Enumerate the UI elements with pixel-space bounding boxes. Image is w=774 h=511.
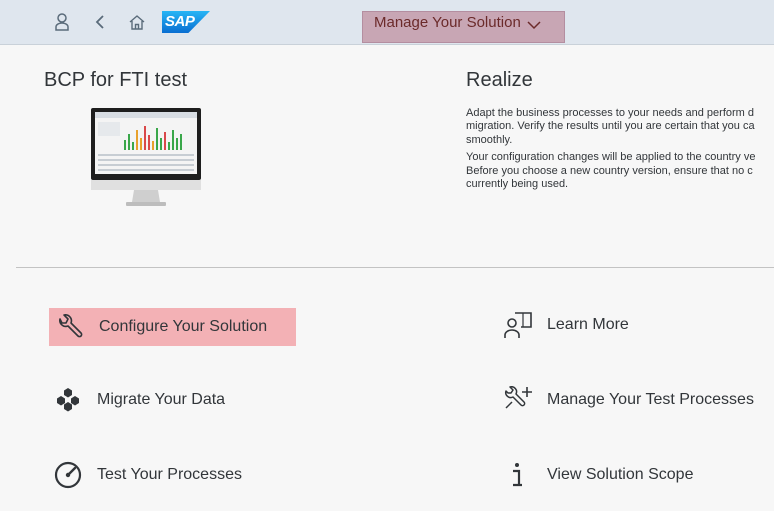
description-paragraph: Your configuration changes will be appli… <box>466 151 756 191</box>
migrate-label: Migrate Your Data <box>97 391 226 408</box>
configure-label: Configure Your Solution <box>99 318 268 335</box>
manage-test-processes-button[interactable]: Manage Your Test Processes <box>503 381 754 419</box>
info-icon <box>503 460 533 490</box>
main-content: BCP for FTI test Realize Adapt the busin… <box>0 45 774 511</box>
phase-description: Adapt the business processes to your nee… <box>466 107 774 195</box>
back-icon[interactable] <box>88 10 112 34</box>
app-title: Manage Your Solution <box>374 14 521 31</box>
description-paragraph: Adapt the business processes to your nee… <box>466 107 755 146</box>
add-tool-icon <box>503 385 533 415</box>
sap-logo[interactable]: SAP <box>162 11 210 33</box>
configure-solution-button[interactable]: Configure Your Solution <box>49 308 296 346</box>
logo-text: SAP <box>165 13 195 30</box>
home-icon[interactable] <box>125 10 149 34</box>
phase-title: Realize <box>466 69 533 91</box>
wrench-icon <box>55 312 85 342</box>
gauge-icon <box>53 460 83 490</box>
scope-label: View Solution Scope <box>547 466 694 483</box>
chevron-down-icon <box>527 17 541 35</box>
view-scope-button[interactable]: View Solution Scope <box>503 456 693 494</box>
divider <box>16 267 774 268</box>
solution-title: BCP for FTI test <box>44 69 187 91</box>
shell-bar: SAP Manage Your Solution <box>0 0 774 45</box>
learning-icon <box>503 310 533 340</box>
manage-tests-label: Manage Your Test Processes <box>547 391 754 408</box>
user-icon[interactable] <box>50 10 74 34</box>
learn-more-button[interactable]: Learn More <box>503 306 629 344</box>
monitor-illustration <box>90 108 202 208</box>
test-processes-button[interactable]: Test Your Processes <box>53 456 242 494</box>
migrate-data-button[interactable]: Migrate Your Data <box>53 381 225 419</box>
test-label: Test Your Processes <box>97 466 242 483</box>
cubes-icon <box>53 385 83 415</box>
learn-label: Learn More <box>547 316 629 333</box>
app-title-dropdown[interactable]: Manage Your Solution <box>362 11 565 43</box>
